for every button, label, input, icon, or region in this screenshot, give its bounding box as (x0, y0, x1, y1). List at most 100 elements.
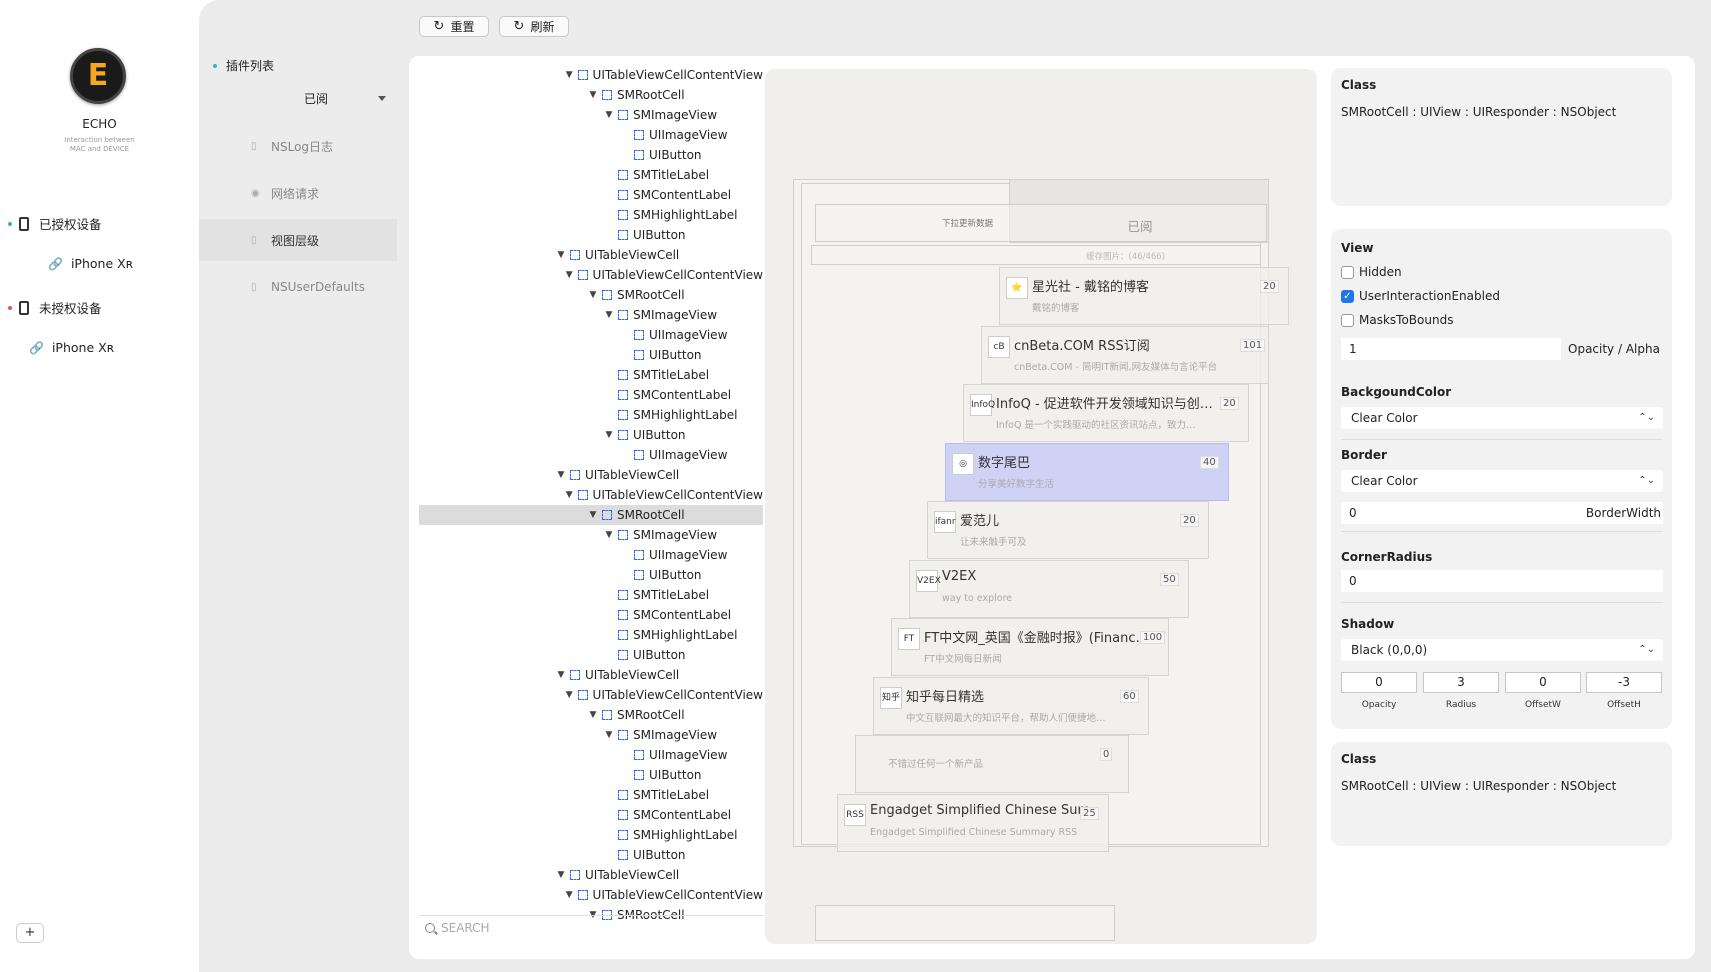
reset-button[interactable]: ↻ 重置 (419, 16, 489, 37)
tree-row[interactable]: UIButton (419, 145, 763, 165)
border-width-field[interactable]: 0 BorderWidth (1341, 502, 1663, 524)
disclosure-triangle-icon[interactable]: ▼ (564, 890, 574, 900)
tree-row[interactable]: SMContentLabel (419, 605, 763, 625)
preview-cell[interactable]: ⭐ 星光社 - 戴铭的博客 戴铭的博客 20 (999, 267, 1289, 325)
preview-cell[interactable]: V2EX V2EX way to explore 50 (909, 559, 1189, 618)
tree-row[interactable]: UIImageView (419, 445, 763, 465)
plugin-item-nsuserdefaults[interactable]: ▯ NSUserDefaults (199, 266, 397, 308)
tree-row[interactable]: ▼ UITableViewCell (419, 865, 763, 885)
tree-row[interactable]: ▼ SMImageView (419, 105, 763, 125)
tree-row[interactable]: ▼ SMRootCell (419, 85, 763, 105)
plugin-item-nslog[interactable]: ▯ NSLog日志 (199, 125, 397, 167)
disclosure-triangle-icon[interactable]: ▼ (588, 90, 598, 100)
tree-row[interactable]: SMContentLabel (419, 805, 763, 825)
hidden-checkbox[interactable]: Hidden (1341, 265, 1402, 279)
disclosure-triangle-icon[interactable]: ▼ (556, 470, 566, 480)
tree-row[interactable]: UIButton (419, 645, 763, 665)
tree-row[interactable]: ▼ UITableViewCellContentView (419, 65, 763, 85)
tree-row-label: SMImageView (633, 308, 718, 322)
tree-row[interactable]: SMHighlightLabel (419, 405, 763, 425)
preview-cell[interactable]: RSSEngadget Simplified Chinese Summ… Enga… (837, 793, 1109, 852)
opacity-field[interactable]: 1 (1341, 338, 1561, 360)
tree-row[interactable]: SMHighlightLabel (419, 205, 763, 225)
disclosure-triangle-icon[interactable]: ▼ (604, 110, 614, 120)
shadow-color-popup[interactable]: Black (0,0,0) ⌃⌄ (1341, 639, 1663, 661)
tree-row[interactable]: UIButton (419, 565, 763, 585)
tree-row[interactable]: ▼ UITableViewCellContentView (419, 265, 763, 285)
disclosure-triangle-icon[interactable]: ▼ (604, 530, 614, 540)
tree-row[interactable]: ▼ UITableViewCell (419, 245, 763, 265)
authorized-device-item[interactable]: 🔗 iPhone Xʀ (48, 256, 133, 271)
3d-view-preview[interactable]: 已阅 下拉更新数据 缓存图片：(46/466) ⭐星光社 - 戴铭的博客戴铭的博… (765, 69, 1317, 944)
preview-cell[interactable]: InfoQ InfoQ - 促进软件开发领域知识与创… InfoQ 是一个实践驱动的… (963, 384, 1249, 442)
disclosure-triangle-icon[interactable]: ▼ (604, 730, 614, 740)
tree-row[interactable]: ▼ UITableViewCell (419, 665, 763, 685)
tree-row[interactable]: ▼ SMImageView (419, 525, 763, 545)
refresh-button[interactable]: ↻ 刷新 (499, 16, 569, 37)
corner-radius-field[interactable]: 0 (1341, 570, 1663, 592)
tree-row-label: UIButton (649, 568, 702, 582)
tree-row[interactable]: ▼ UIButton (419, 425, 763, 445)
disclosure-triangle-icon[interactable]: ▼ (564, 270, 574, 280)
masks-to-bounds-checkbox[interactable]: MasksToBounds (1341, 313, 1453, 327)
tree-row[interactable]: UIImageView (419, 325, 763, 345)
disclosure-triangle-icon[interactable]: ▼ (604, 430, 614, 440)
shadow-opacity-field[interactable]: 0 (1341, 672, 1417, 693)
disclosure-triangle-icon[interactable]: ▼ (564, 490, 574, 500)
tree-row[interactable]: SMHighlightLabel (419, 625, 763, 645)
tree-row[interactable]: UIButton (419, 345, 763, 365)
tree-row[interactable]: UIImageView (419, 545, 763, 565)
plugin-item-view-hierarchy[interactable]: ▯ 视图层级 (199, 219, 397, 261)
tree-row-label: SMHighlightLabel (633, 408, 738, 422)
preview-cell[interactable]: FT FT中文网_英国《金融时报》(Financ… FT中文网每日新闻 100 (891, 618, 1169, 676)
preview-cell[interactable]: cB cnBeta.COM RSS订阅 cnBeta.COM - 简明IT新闻,网友… (981, 325, 1269, 384)
tree-row[interactable]: ▼ UITableViewCell (419, 465, 763, 485)
tree-row[interactable]: ▼ SMRootCell (419, 285, 763, 305)
tree-row[interactable]: ▼ UITableViewCellContentView (419, 885, 763, 905)
preview-cell[interactable]: ◎ 数字尾巴 分享美好数字生活 40 (945, 442, 1229, 501)
disclosure-triangle-icon[interactable]: ▼ (604, 310, 614, 320)
disclosure-triangle-icon[interactable]: ▼ (564, 690, 574, 700)
disclosure-triangle-icon[interactable]: ▼ (588, 510, 598, 520)
tree-row[interactable]: ▼ SMImageView (419, 305, 763, 325)
user-interaction-checkbox[interactable]: ✓ UserInteractionEnabled (1341, 289, 1500, 303)
tree-row[interactable]: SMTitleLabel (419, 365, 763, 385)
tree-row[interactable]: ▼ UITableViewCellContentView (419, 485, 763, 505)
tree-row-label: UITableViewCellContentView (592, 268, 763, 282)
tree-row[interactable]: SMTitleLabel (419, 785, 763, 805)
disclosure-triangle-icon[interactable]: ▼ (556, 250, 566, 260)
preview-cell[interactable]: 不错过任何一个新产品 0 (855, 735, 1129, 793)
disclosure-triangle-icon[interactable]: ▼ (556, 870, 566, 880)
background-color-popup[interactable]: Clear Color ⌃⌄ (1341, 407, 1663, 429)
tree-row[interactable]: ▼ SMRootCell (419, 705, 763, 725)
tree-row[interactable]: UIImageView (419, 745, 763, 765)
border-color-popup[interactable]: Clear Color ⌃⌄ (1341, 470, 1663, 492)
disclosure-triangle-icon[interactable]: ▼ (588, 710, 598, 720)
shadow-offseth-field[interactable]: -3 (1586, 672, 1662, 693)
shadow-radius-field[interactable]: 3 (1423, 672, 1499, 693)
tree-row[interactable]: UIButton (419, 765, 763, 785)
disclosure-triangle-icon[interactable]: ▼ (556, 670, 566, 680)
search-field[interactable]: SEARCH (419, 915, 763, 939)
cell-subtitle: way to explore (942, 592, 1013, 604)
preview-cell[interactable]: ifanr 爱范儿 让未来触手可及 20 (927, 501, 1209, 559)
tree-row[interactable]: SMTitleLabel (419, 585, 763, 605)
tree-row[interactable]: SMContentLabel (419, 385, 763, 405)
preview-cell[interactable]: 知乎 知乎每日精选 中文互联网最大的知识平台，帮助人们便捷地… 60 (873, 676, 1149, 735)
tree-row[interactable]: SMContentLabel (419, 185, 763, 205)
disclosure-triangle-icon[interactable]: ▼ (588, 290, 598, 300)
unauthorized-device-item[interactable]: 🔗 iPhone Xʀ (29, 340, 114, 355)
plugin-item-network[interactable]: ◉ 网络请求 (199, 172, 397, 214)
tree-row[interactable]: SMTitleLabel (419, 165, 763, 185)
tree-row[interactable]: ▼ SMRootCell (419, 505, 763, 525)
add-device-button[interactable]: + (16, 923, 44, 943)
tree-row[interactable]: SMHighlightLabel (419, 825, 763, 845)
tree-row[interactable]: ▼ UITableViewCellContentView (419, 685, 763, 705)
tree-row[interactable]: UIButton (419, 845, 763, 865)
tree-row[interactable]: UIImageView (419, 125, 763, 145)
tree-row[interactable]: ▼ SMImageView (419, 725, 763, 745)
disclosure-triangle-icon[interactable]: ▼ (564, 70, 574, 80)
shadow-offsetw-field[interactable]: 0 (1505, 672, 1581, 693)
tree-row-label: SMTitleLabel (633, 368, 710, 382)
tree-row[interactable]: UIButton (419, 225, 763, 245)
